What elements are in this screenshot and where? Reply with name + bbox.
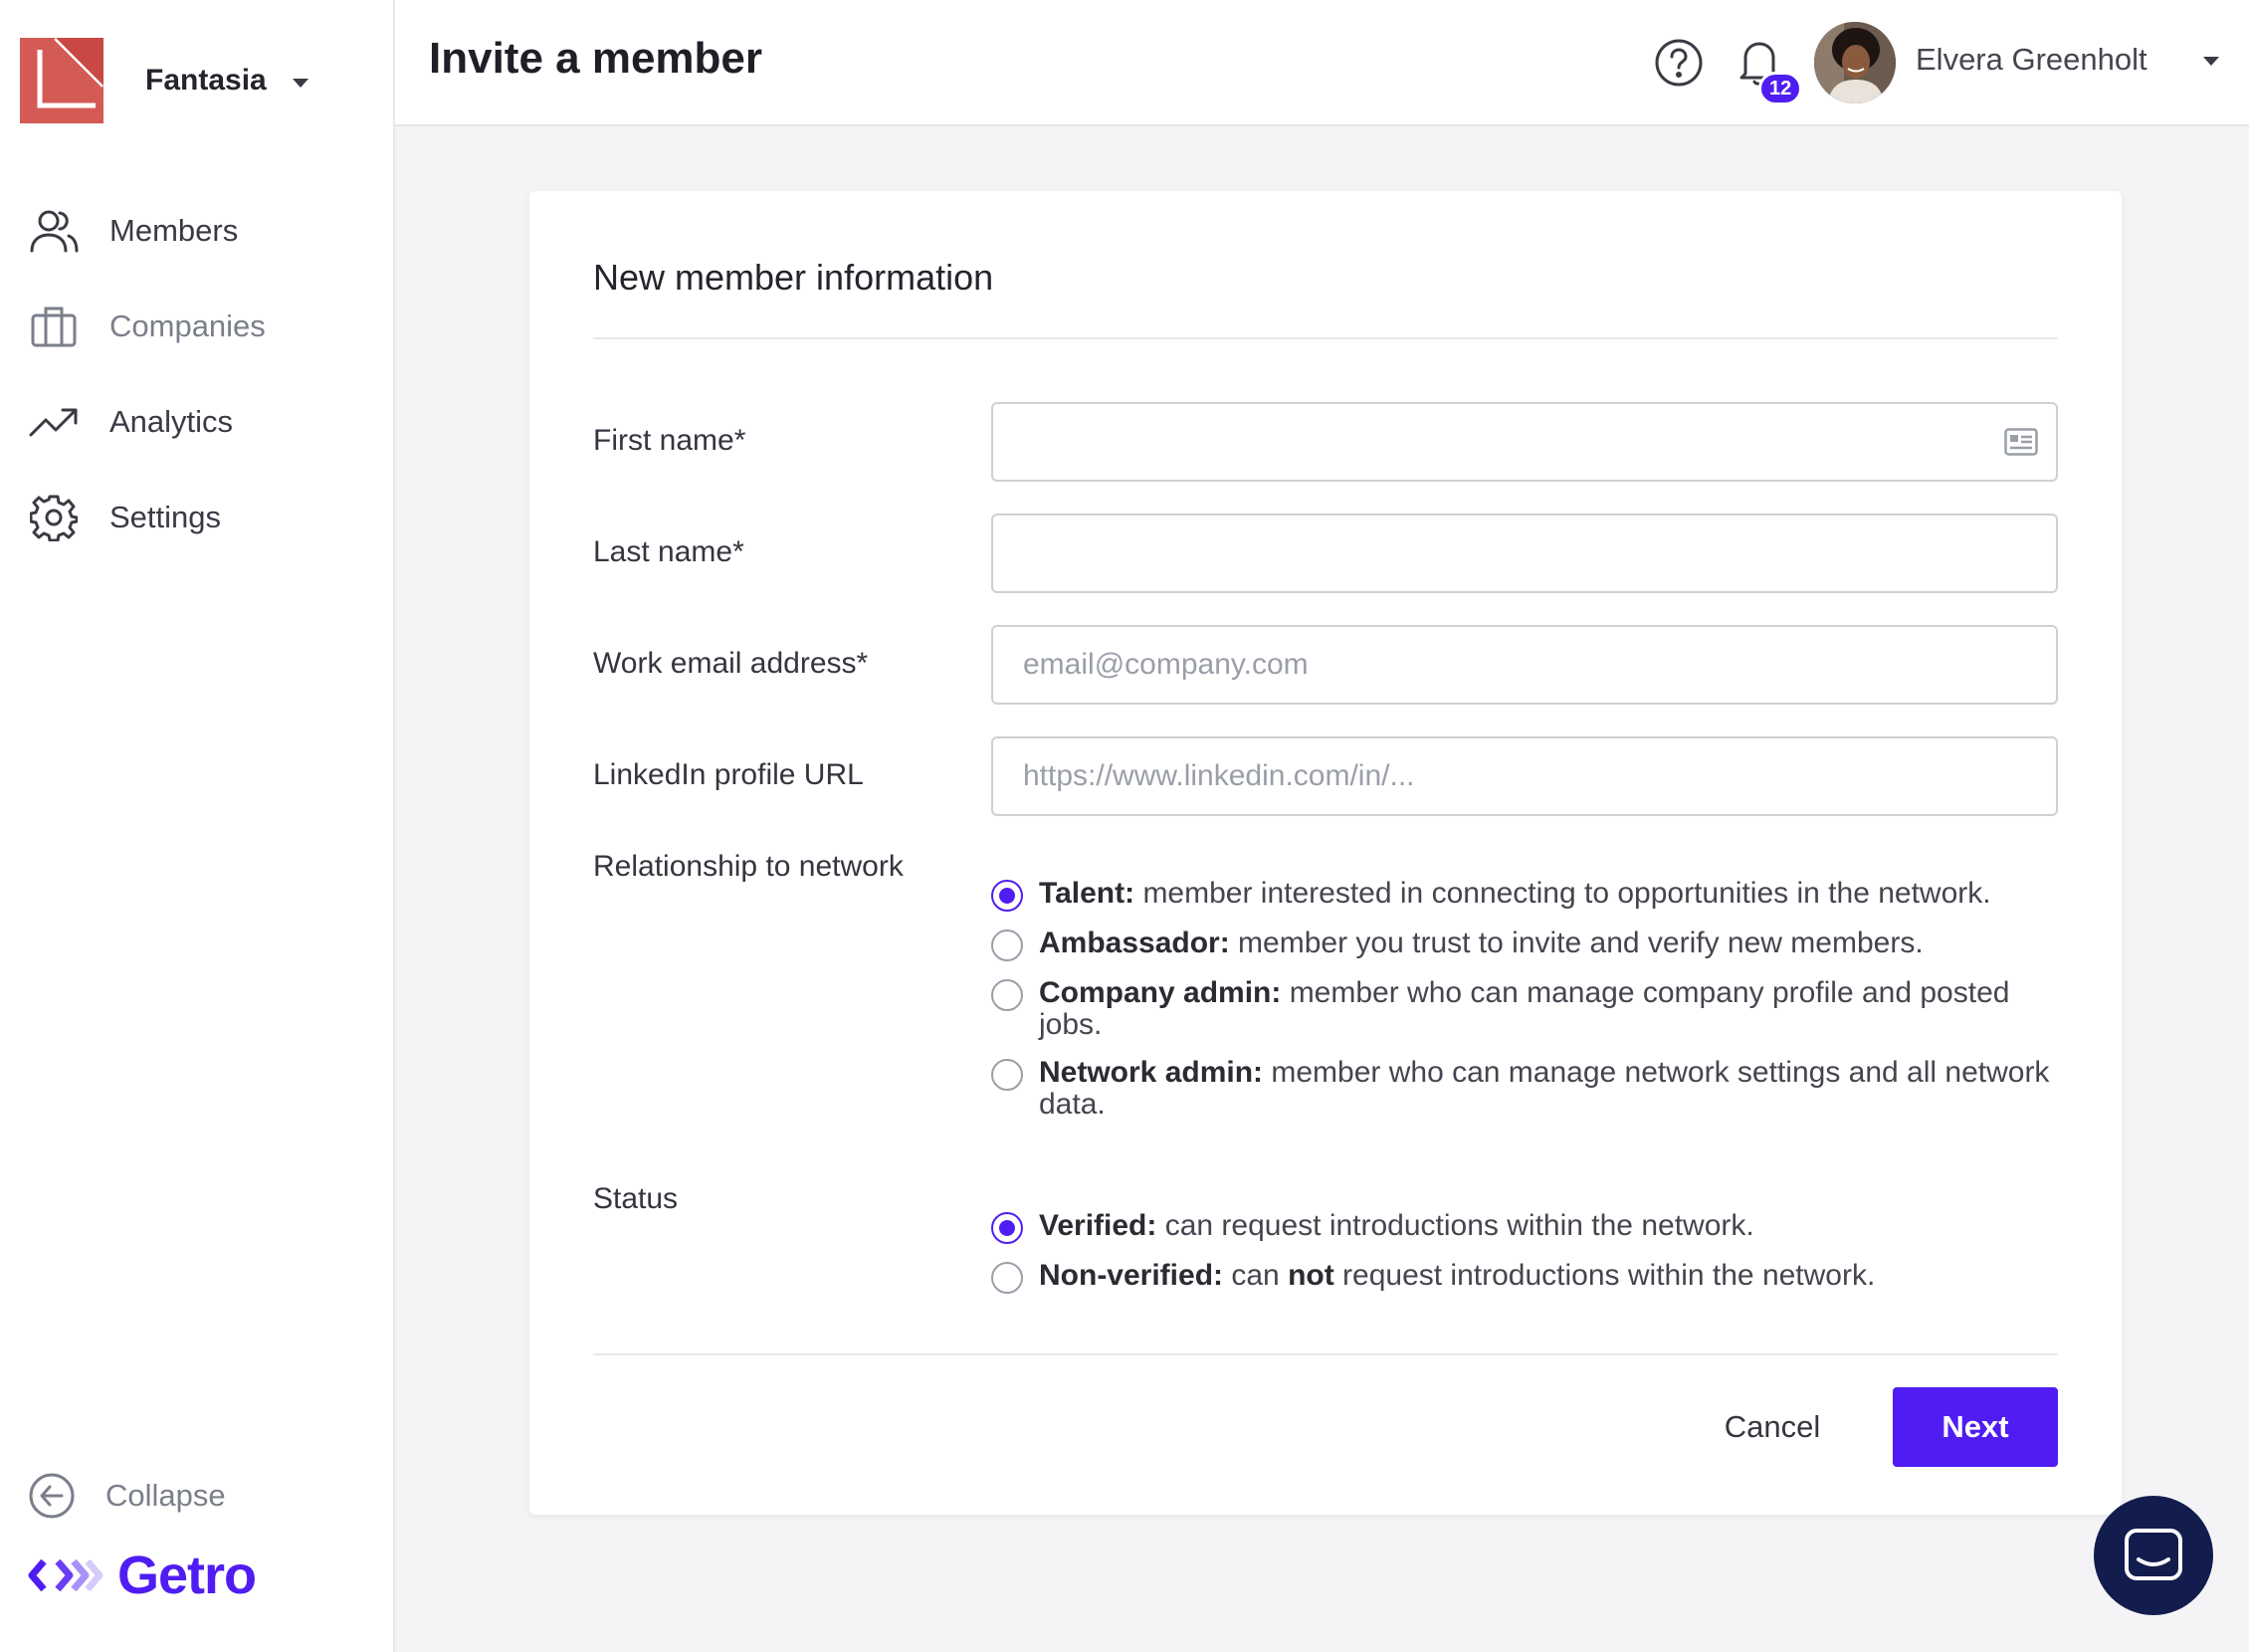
radio-network-admin[interactable] xyxy=(991,1059,1023,1091)
org-switcher[interactable]: Fantasia xyxy=(20,38,308,123)
contact-card-icon[interactable] xyxy=(2004,428,2038,456)
notification-badge: 12 xyxy=(1758,72,1803,105)
radio-nonverified[interactable] xyxy=(991,1262,1023,1294)
relationship-option-network-admin[interactable]: Network admin: member who can manage net… xyxy=(991,1057,2058,1121)
sidebar-item-label: Members xyxy=(109,213,239,248)
chevron-down-icon xyxy=(292,78,308,88)
option-text: Company admin: member who can manage com… xyxy=(1039,976,2010,1041)
sidebar-item-label: Settings xyxy=(109,500,222,534)
first-name-input[interactable] xyxy=(991,402,2058,482)
radio-ambassador[interactable] xyxy=(991,929,1023,961)
sidebar: Fantasia Members Companies Analytics Set… xyxy=(0,0,395,1652)
radio-talent[interactable] xyxy=(991,880,1023,912)
status-options: Verified: can request introductions with… xyxy=(991,1210,2058,1294)
radio-company-admin[interactable] xyxy=(991,979,1023,1011)
collapse-label: Collapse xyxy=(105,1478,226,1513)
option-text: Network admin: member who can manage net… xyxy=(1039,1056,2050,1121)
gear-icon xyxy=(28,492,80,543)
relationship-option-company-admin[interactable]: Company admin: member who can manage com… xyxy=(991,977,2058,1041)
option-text: Verified: can request introductions with… xyxy=(1039,1209,1754,1242)
relationship-options: Talent: member interested in connecting … xyxy=(991,878,2058,1121)
sidebar-nav: Members Companies Analytics Settings xyxy=(0,183,393,565)
brand-name: Getro xyxy=(117,1546,257,1605)
option-text: Talent: member interested in connecting … xyxy=(1039,877,1991,910)
form-title: New member information xyxy=(593,257,994,298)
last-name-label: Last name* xyxy=(593,535,744,568)
chat-icon xyxy=(2125,1529,2182,1580)
top-bar: Invite a member 12 Elvera Greenholt xyxy=(395,0,2249,126)
email-field[interactable] xyxy=(991,625,2058,705)
collapse-sidebar-button[interactable]: Collapse xyxy=(28,1468,226,1524)
help-icon[interactable] xyxy=(1654,38,1704,88)
relationship-label: Relationship to network xyxy=(593,850,904,883)
divider xyxy=(593,337,2058,339)
invite-form-card: New member information First name* Last … xyxy=(529,191,2122,1515)
page-title: Invite a member xyxy=(429,34,763,83)
sidebar-item-label: Analytics xyxy=(109,404,234,439)
brand-logo: Getro xyxy=(28,1543,257,1608)
linkedin-url-input[interactable] xyxy=(991,736,2058,816)
email-label: Work email address* xyxy=(593,647,869,680)
first-name-label: First name* xyxy=(593,424,746,457)
relationship-option-talent[interactable]: Talent: member interested in connecting … xyxy=(991,878,2058,912)
last-name-input[interactable] xyxy=(991,514,2058,593)
radio-verified[interactable] xyxy=(991,1212,1023,1244)
linkedin-label: LinkedIn profile URL xyxy=(593,758,864,791)
status-option-nonverified[interactable]: Non-verified: can not request introducti… xyxy=(991,1260,2058,1294)
getro-logo-icon xyxy=(28,1558,103,1592)
trend-up-icon xyxy=(28,396,80,448)
next-button[interactable]: Next xyxy=(1893,1387,2058,1467)
relationship-option-ambassador[interactable]: Ambassador: member you trust to invite a… xyxy=(991,928,2058,961)
status-option-verified[interactable]: Verified: can request introductions with… xyxy=(991,1210,2058,1244)
option-text: Ambassador: member you trust to invite a… xyxy=(1039,927,1924,959)
org-name: Fantasia xyxy=(145,64,267,97)
sidebar-item-settings[interactable]: Settings xyxy=(0,470,393,565)
sidebar-item-label: Companies xyxy=(109,309,266,343)
chevron-down-icon[interactable] xyxy=(2203,57,2219,66)
users-icon xyxy=(28,205,80,257)
user-name[interactable]: Elvera Greenholt xyxy=(1916,42,2147,78)
arrow-left-circle-icon xyxy=(29,1473,75,1519)
status-label: Status xyxy=(593,1182,679,1215)
divider xyxy=(593,1353,2058,1355)
sidebar-item-companies[interactable]: Companies xyxy=(0,279,393,374)
sidebar-item-analytics[interactable]: Analytics xyxy=(0,374,393,470)
briefcase-icon xyxy=(28,301,80,352)
sidebar-item-members[interactable]: Members xyxy=(0,183,393,279)
user-photo-icon xyxy=(1814,22,1896,103)
option-text: Non-verified: can not request introducti… xyxy=(1039,1259,1876,1292)
avatar[interactable] xyxy=(1814,22,1896,103)
cancel-button[interactable]: Cancel xyxy=(1698,1387,1847,1467)
org-logo-icon xyxy=(20,38,103,123)
chat-launcher-button[interactable] xyxy=(2094,1496,2213,1615)
